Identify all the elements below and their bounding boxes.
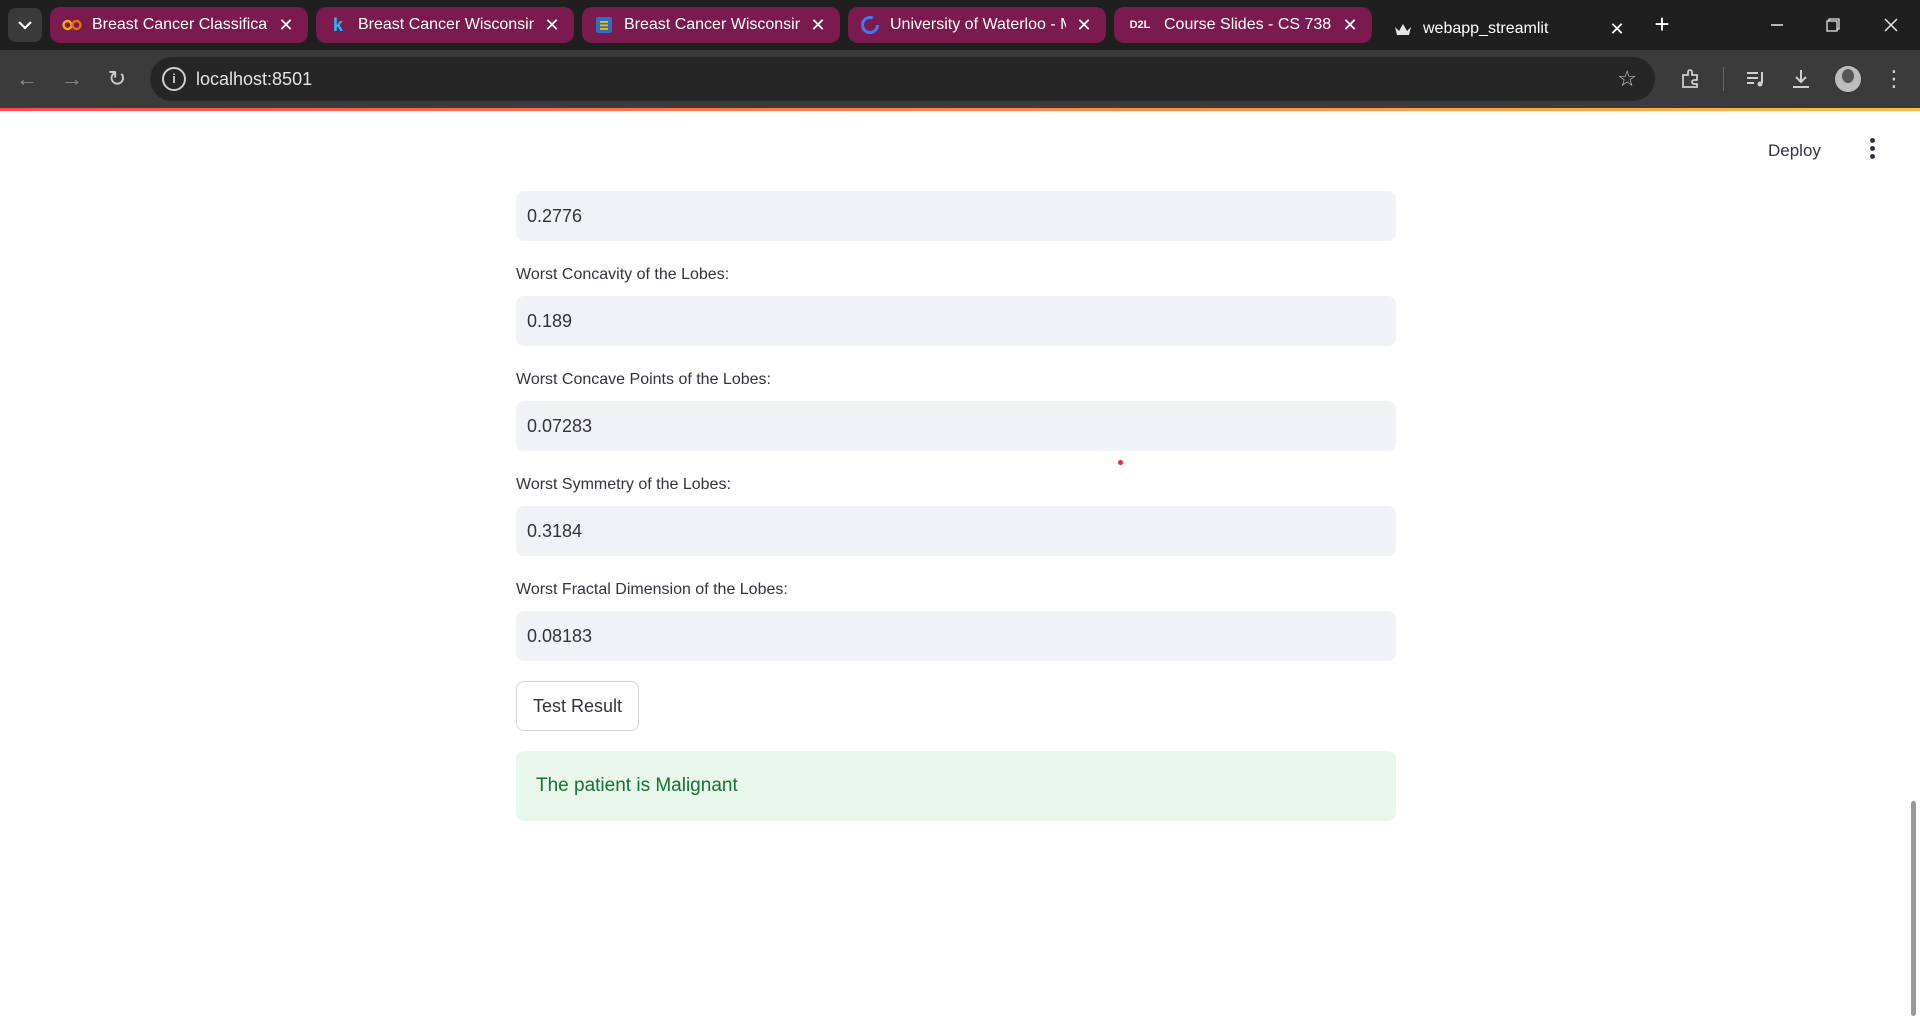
tab-title: Breast Cancer Wisconsin (C [358, 16, 534, 33]
scrollbar-thumb[interactable] [1911, 801, 1916, 1016]
tab-title: webapp_streamlit [1423, 20, 1549, 37]
chevron-down-icon [18, 21, 32, 30]
d2l-icon: D2L [1129, 19, 1151, 31]
streamlit-icon [1393, 19, 1413, 39]
browser-menu-icon[interactable]: ⋮ [1879, 64, 1909, 94]
deploy-button[interactable]: Deploy [1768, 141, 1821, 161]
browser-tab-active[interactable]: webapp_streamlit ✕ [1381, 8, 1639, 50]
tab-title: Breast Cancer Classification [92, 16, 268, 33]
tab-title: University of Waterloo - My [890, 16, 1066, 33]
number-input[interactable]: 0.07283 [516, 401, 1396, 451]
input-value[interactable]: 0.3184 [527, 521, 582, 542]
close-icon[interactable]: ✕ [542, 16, 562, 34]
browser-tab[interactable]: D2L Course Slides - CS 738 - W ✕ [1114, 7, 1372, 43]
back-icon[interactable]: ← [12, 64, 42, 94]
close-icon[interactable]: ✕ [1074, 16, 1094, 34]
field-label: Worst Concavity of the Lobes: [516, 266, 730, 283]
media-controls-icon[interactable] [1741, 64, 1771, 94]
close-icon[interactable]: ✕ [808, 16, 828, 34]
download-icon[interactable] [1786, 64, 1816, 94]
input-value[interactable]: 0.2776 [527, 206, 582, 227]
browser-tab[interactable]: k Breast Cancer Wisconsin (C ✕ [316, 7, 574, 43]
field-label: Worst Fractal Dimension of the Lobes: [516, 581, 788, 598]
browser-tab[interactable]: University of Waterloo - My ✕ [848, 7, 1106, 43]
uci-icon [594, 15, 614, 35]
minimize-icon[interactable] [1757, 10, 1797, 40]
number-input[interactable]: 0.2776 [516, 191, 1396, 241]
result-text: The patient is Malignant [536, 775, 738, 796]
close-icon[interactable]: ✕ [1607, 20, 1627, 38]
main-menu-icon[interactable] [1862, 135, 1882, 165]
pointer-dot [1118, 460, 1123, 465]
number-input[interactable]: 0.189 [516, 296, 1396, 346]
toolbar-divider [1723, 67, 1724, 91]
browser-tab[interactable]: Breast Cancer Classification ✕ [50, 7, 308, 43]
tab-search-button[interactable] [8, 8, 42, 42]
app-page: Deploy 0.2776 Worst Concavity of the Lob… [0, 111, 1920, 1020]
input-value[interactable]: 0.08183 [527, 626, 592, 647]
url-text[interactable]: localhost:8501 [196, 69, 312, 90]
input-value[interactable]: 0.07283 [527, 416, 592, 437]
browser-tab-strip: Breast Cancer Classification ✕ k Breast … [0, 0, 1920, 50]
field-label: Worst Concave Points of the Lobes: [516, 371, 771, 388]
test-result-button[interactable]: Test Result [516, 681, 639, 731]
close-icon[interactable]: ✕ [1340, 16, 1360, 34]
close-icon[interactable]: ✕ [276, 16, 296, 34]
reload-icon[interactable]: ↻ [102, 64, 132, 94]
browser-tab[interactable]: Breast Cancer Wisconsin (C ✕ [582, 7, 840, 43]
restore-icon[interactable] [1813, 10, 1853, 40]
success-alert: The patient is Malignant [516, 751, 1396, 821]
bookmark-star-icon[interactable]: ☆ [1617, 66, 1637, 92]
field-label: Worst Symmetry of the Lobes: [516, 476, 731, 493]
profile-avatar[interactable] [1835, 66, 1861, 92]
tab-title: Breast Cancer Wisconsin (C [624, 16, 800, 33]
tab-title: Course Slides - CS 738 - W [1164, 16, 1332, 33]
number-input[interactable]: 0.3184 [516, 506, 1396, 556]
colab-icon [62, 15, 82, 35]
kaggle-icon: k [332, 14, 343, 35]
number-input[interactable]: 0.08183 [516, 611, 1396, 661]
browser-toolbar: ← → ↻ i localhost:8501 ☆ ⋮ [0, 50, 1920, 108]
address-bar[interactable]: i localhost:8501 ☆ [150, 57, 1655, 101]
extensions-icon[interactable] [1676, 64, 1706, 94]
forward-icon[interactable]: → [57, 64, 87, 94]
waterloo-icon [860, 15, 880, 35]
window-close-icon[interactable] [1871, 10, 1911, 40]
input-value[interactable]: 0.189 [527, 311, 572, 332]
site-info-icon[interactable]: i [162, 67, 186, 91]
new-tab-button[interactable]: + [1647, 10, 1677, 40]
